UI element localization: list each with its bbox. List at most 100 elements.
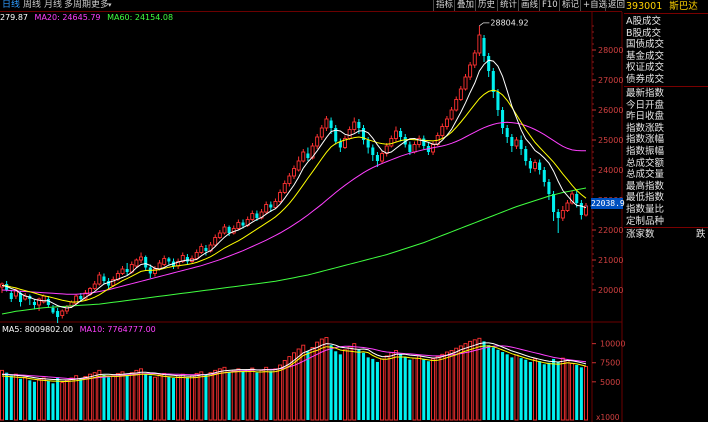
volume-bar-up <box>245 369 250 421</box>
candle-down <box>102 276 106 281</box>
candle-down <box>167 258 171 262</box>
candle-up <box>560 210 565 219</box>
volume-bar-up <box>435 356 440 421</box>
volume-bar-down <box>144 374 148 420</box>
volume-bar-up <box>417 355 422 421</box>
candle-down <box>241 222 245 226</box>
y-tick-label: 24000 <box>598 166 623 175</box>
panel-label: 最低指数 <box>626 192 665 204</box>
volume-bar-up <box>472 339 477 421</box>
volume-bar-up <box>134 369 139 421</box>
candle-up <box>533 162 537 169</box>
volume-bar-up <box>115 372 120 421</box>
candle-down <box>552 194 556 212</box>
candle-up <box>565 202 570 211</box>
candle-down <box>255 213 259 218</box>
volume-bar-up <box>111 375 116 421</box>
volume-bar-up <box>431 358 436 421</box>
volume-bar-down <box>28 380 32 420</box>
volume-bar-up <box>69 377 74 421</box>
candle-down <box>329 120 333 128</box>
candle-up <box>292 168 296 177</box>
candle-down <box>51 308 55 313</box>
panel-label: 总成交量 <box>626 169 665 181</box>
volume-bar-down <box>255 372 259 420</box>
volume-bar-down <box>491 347 495 420</box>
volume-bar-up <box>570 363 575 421</box>
volume-bar-up <box>264 366 269 421</box>
y-tick-label: 28000 <box>598 46 623 55</box>
volume-bar-up <box>180 373 185 421</box>
panel-label: 指数涨幅 <box>626 134 665 146</box>
panel-label: 最高指数 <box>626 180 665 192</box>
volume-y-tick-label: 7500 <box>600 359 620 368</box>
volume-bar-down <box>51 383 55 420</box>
candle-down <box>204 248 208 251</box>
volume-bar-down <box>46 381 50 420</box>
volume-y-tick-label: 10000 <box>600 340 625 349</box>
candle-down <box>125 269 129 272</box>
y-tick-label: 25000 <box>598 136 623 145</box>
panel-label: 基金成交 <box>626 50 665 62</box>
volume-bar-down <box>399 354 403 420</box>
candle-down <box>556 212 560 218</box>
candle-up <box>352 121 357 130</box>
volume-bar-down <box>9 375 13 420</box>
candle-up <box>213 237 218 246</box>
volume-bar-up <box>231 369 236 421</box>
candle-down <box>496 92 500 110</box>
volume-bar-up <box>13 373 18 421</box>
volume-bar-up <box>208 372 213 421</box>
volume-bar-down <box>403 357 407 420</box>
volume-bar-up <box>380 358 385 421</box>
candle-down <box>56 311 60 317</box>
volume-bar-up <box>463 343 468 421</box>
volume-bar-down <box>371 358 375 420</box>
candle-up <box>217 232 222 238</box>
volume-bar-down <box>519 358 523 420</box>
candle-up <box>278 192 283 202</box>
volume-bar-up <box>565 359 570 421</box>
volume-bar-down <box>487 345 491 420</box>
kline-chart[interactable]: 2000021000220002300024000250002600027000… <box>0 0 708 422</box>
candle-up <box>463 76 468 90</box>
volume-bar-down <box>482 341 486 420</box>
candle-up <box>162 258 167 265</box>
volume-bar-up <box>514 354 519 421</box>
volume-bar-down <box>575 365 579 420</box>
volume-bar-up <box>120 371 125 421</box>
panel-label: 今日开盘 <box>626 99 665 111</box>
volume-unit-label: x1000 <box>596 413 620 422</box>
volume-bar-up <box>584 366 588 421</box>
volume-bar-up <box>250 367 255 421</box>
candle-up <box>324 118 329 129</box>
candle-down <box>547 182 551 194</box>
candle-down <box>227 227 231 233</box>
volume-bar-up <box>273 368 278 421</box>
panel-label: 最新指数 <box>626 88 665 99</box>
volume-bar-up <box>533 358 537 421</box>
volume-bar-up <box>0 369 4 421</box>
volume-bar-up <box>347 346 352 421</box>
volume-bar-up <box>129 372 134 421</box>
candle-up <box>301 151 306 162</box>
volume-bar-down <box>361 352 366 420</box>
volume-bar-up <box>449 350 454 421</box>
candle-down <box>538 162 542 170</box>
panel-label: 指数量比 <box>626 204 665 215</box>
y-tick-label: 20000 <box>598 286 623 295</box>
candle-up <box>449 109 454 120</box>
volume-bar-up <box>352 343 357 421</box>
candle-up <box>157 262 162 270</box>
volume-bar-up <box>139 368 144 421</box>
volume-bar-up <box>37 379 42 421</box>
volume-bar-down <box>505 354 509 420</box>
candle-up <box>380 153 385 162</box>
candle-up <box>139 256 144 261</box>
candle-down <box>144 257 148 268</box>
volume-bar-up <box>560 357 565 421</box>
volume-bar-down <box>338 354 342 420</box>
volume-bar-down <box>556 361 560 420</box>
volume-bar-down <box>32 381 36 420</box>
candle-up <box>97 274 102 285</box>
